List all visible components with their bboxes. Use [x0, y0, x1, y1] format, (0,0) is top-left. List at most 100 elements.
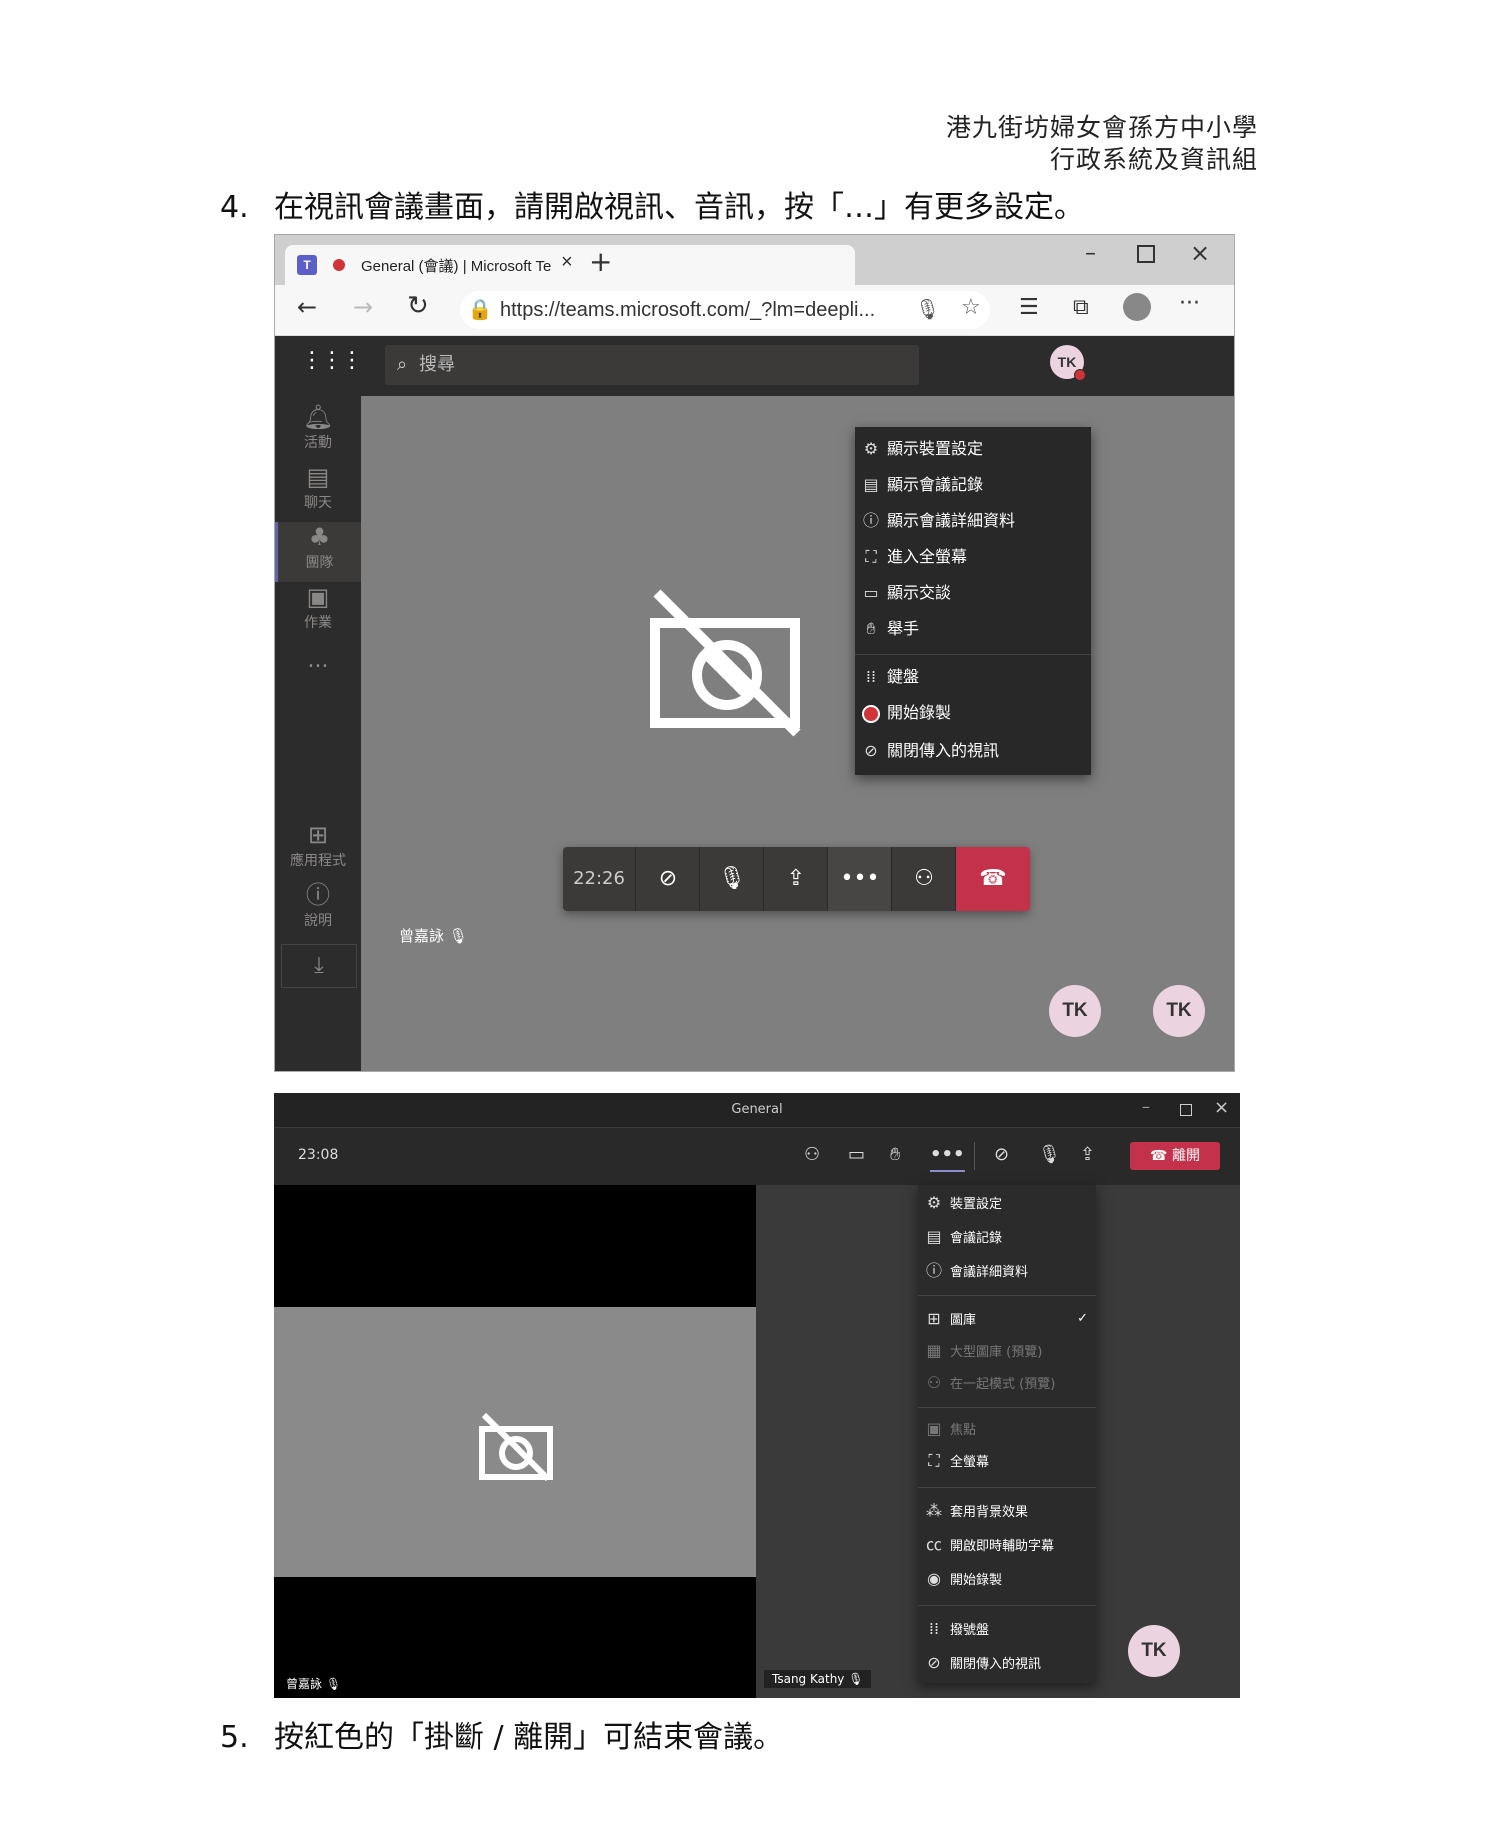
menu-item-turn-off-incoming-video[interactable]: ⊘ 關閉傳入的視訊 — [918, 1647, 1041, 1679]
rail-label: 應用程式 — [290, 853, 346, 869]
step-4: 4. 在視訊會議畫面，請開啟視訊、音訊，按「…」有更多設定。 — [220, 182, 1084, 226]
participant-name: Tsang Kathy — [772, 1672, 845, 1686]
rail-item-apps[interactable]: ⊞ 應用程式 — [275, 820, 361, 880]
menu-label: 關閉傳入的視訊 — [950, 1657, 1042, 1672]
share-icon[interactable]: ⇪ — [1080, 1140, 1095, 1170]
camera-toggle-button[interactable]: ⊘ — [635, 847, 700, 911]
meeting-timer: 23:08 — [298, 1147, 339, 1163]
menu-item-device-settings[interactable]: ⚙ 顯示裝置設定 — [855, 431, 983, 467]
forward-icon[interactable]: → — [353, 293, 373, 321]
microphone-icon[interactable]: 🎙 — [915, 297, 940, 321]
menu-item-meeting-details[interactable]: ⓘ 會議詳細資料 — [918, 1255, 1028, 1287]
menu-item-focus[interactable]: ▣ 焦點 — [918, 1413, 976, 1445]
mic-toggle-button[interactable]: 🎙︎ — [699, 847, 764, 911]
menu-item-start-recording[interactable]: 開始錄製 — [855, 695, 951, 731]
rail-item-help[interactable]: ⓘ 說明 — [275, 880, 361, 940]
video-tile-left: 曾嘉詠 🎙︎ — [274, 1185, 756, 1698]
chat-icon: ▭ — [863, 583, 879, 602]
menu-item-raise-hand[interactable]: ✋︎ 舉手 — [855, 611, 919, 647]
new-tab-icon[interactable]: + — [589, 245, 612, 278]
rail-item-assignments[interactable]: ▣ 作業 — [275, 582, 361, 642]
close-window-icon[interactable]: × — [1190, 239, 1210, 267]
menu-item-dialpad[interactable]: ⁞⁞ 鍵盤 — [855, 659, 919, 695]
video-off-icon[interactable]: ⊘ — [994, 1140, 1009, 1170]
menu-item-gallery[interactable]: ⊞ 圖庫 ✓ — [918, 1303, 1096, 1335]
teams-logo-icon: T — [297, 255, 317, 275]
collections-icon[interactable]: ⧉ — [1073, 295, 1089, 320]
menu-item-meeting-notes[interactable]: ▤ 顯示會議記錄 — [855, 467, 983, 503]
menu-item-background-effects[interactable]: ⁂ 套用背景效果 — [918, 1495, 1028, 1527]
video-off-icon: ⊘ — [864, 741, 878, 760]
maximize-icon[interactable] — [1180, 1104, 1192, 1116]
profile-icon[interactable] — [1123, 293, 1151, 321]
meeting-timer: 22:26 — [573, 868, 625, 889]
download-app-icon[interactable]: ⤓ — [281, 944, 357, 988]
menu-item-meeting-notes[interactable]: ▤ 會議記錄 — [918, 1221, 1002, 1253]
minimize-icon[interactable]: – — [1085, 241, 1096, 266]
browser-tab-bar: T General (會議) | Microsoft Te × + – × — [275, 235, 1234, 285]
participant-name-label: 曾嘉詠 🎙︎ — [399, 925, 468, 946]
hand-icon: ✋︎ — [866, 619, 876, 638]
menu-item-fullscreen[interactable]: ⛶ 全螢幕 — [918, 1445, 989, 1477]
help-icon: ⓘ — [306, 881, 330, 909]
menu-item-large-gallery[interactable]: ▦ 大型圖庫 (預覽) — [918, 1335, 1042, 1367]
maximize-icon[interactable] — [1137, 245, 1155, 263]
step-number: 5. — [220, 1720, 249, 1755]
participants-button[interactable]: ⚇ — [891, 847, 956, 911]
tab-title: General (會議) | Microsoft Te — [361, 258, 552, 275]
menu-label: 開啟即時輔助字幕 — [950, 1539, 1055, 1554]
rail-item-activity[interactable]: 🔔︎ 活動 — [275, 402, 361, 462]
minimize-icon[interactable]: – — [1142, 1097, 1150, 1116]
video-off-icon: ⊘ — [927, 1653, 941, 1672]
rail-label: 說明 — [304, 913, 332, 929]
browser-more-icon[interactable]: ··· — [1179, 291, 1200, 316]
participant-name: 曾嘉詠 — [286, 1677, 323, 1691]
rail-item-teams[interactable]: ♣ 團隊 — [275, 522, 361, 582]
app-launcher-icon[interactable]: ⋮⋮⋮ — [301, 348, 363, 373]
hang-up-icon: ☎ — [979, 866, 1007, 891]
menu-item-fullscreen[interactable]: ⛶ 進入全螢幕 — [855, 539, 967, 575]
participant-avatar[interactable]: TK — [1128, 1625, 1180, 1677]
participants-icon: ⚇ — [914, 866, 934, 891]
mic-off-icon: 🎙︎ — [848, 1672, 864, 1686]
chat-icon[interactable]: ▭ — [848, 1140, 865, 1170]
hand-icon[interactable]: ✋︎ — [890, 1140, 900, 1170]
menu-item-meeting-details[interactable]: ⓘ 顯示會議詳細資料 — [855, 503, 1015, 539]
menu-item-together-mode[interactable]: ⚇ 在一起模式 (預覽) — [918, 1367, 1055, 1399]
url-field[interactable]: 🔒 https://teams.microsoft.com/_?lm=deepli… — [460, 291, 990, 329]
more-actions-button[interactable]: ••• — [827, 847, 892, 911]
menu-item-device-settings[interactable]: ⚙ 裝置設定 — [918, 1187, 1002, 1219]
rail-item-more[interactable]: ... — [275, 648, 361, 708]
search-input[interactable]: ⌕ 搜尋 — [385, 345, 919, 385]
favorites-list-icon[interactable]: ☰ — [1019, 295, 1039, 320]
mic-off-icon[interactable]: 🎙︎ — [1038, 1140, 1061, 1170]
favorite-star-icon[interactable]: ☆ — [961, 295, 981, 320]
menu-item-dialpad[interactable]: ⁞⁞ 撥號盤 — [918, 1613, 989, 1645]
refresh-icon[interactable]: ↻ — [407, 291, 429, 321]
share-button[interactable]: ⇪ — [763, 847, 828, 911]
participants-icon[interactable]: ⚇ — [804, 1140, 820, 1170]
department-name: 行政系統及資訊組 — [1049, 145, 1258, 174]
menu-item-show-chat[interactable]: ▭ 顯示交談 — [855, 575, 951, 611]
rail-label: 團隊 — [305, 555, 334, 571]
leave-button[interactable]: ☎ 離開 — [1130, 1142, 1220, 1170]
menu-item-turn-off-incoming-video[interactable]: ⊘ 關閉傳入的視訊 — [855, 733, 999, 769]
menu-item-live-captions[interactable]: ㏄開啟即時輔助字幕 — [918, 1529, 1054, 1561]
school-name: 港九街坊婦女會孫方中小學 — [945, 113, 1258, 142]
menu-item-start-recording[interactable]: ◉ 開始錄製 — [918, 1563, 1002, 1595]
menu-label: 撥號盤 — [950, 1623, 990, 1638]
browser-tab[interactable]: T General (會議) | Microsoft Te × — [285, 245, 855, 285]
menu-divider — [918, 1605, 1096, 1606]
rail-label: 活動 — [304, 435, 332, 451]
back-icon[interactable]: ← — [297, 293, 317, 321]
participant-avatar[interactable]: TK — [1153, 985, 1205, 1037]
close-window-icon[interactable]: × — [1214, 1097, 1229, 1118]
rail-item-chat[interactable]: ▤ 聊天 — [275, 462, 361, 522]
close-tab-icon[interactable]: × — [561, 251, 573, 274]
mic-off-icon: 🎙︎ — [718, 866, 746, 891]
hang-up-button[interactable]: ☎ — [955, 847, 1030, 911]
participant-avatar[interactable]: TK — [1049, 985, 1101, 1037]
more-dots-icon[interactable]: ••• — [930, 1140, 965, 1172]
rail-label: 聊天 — [304, 495, 332, 511]
record-icon — [855, 695, 887, 731]
